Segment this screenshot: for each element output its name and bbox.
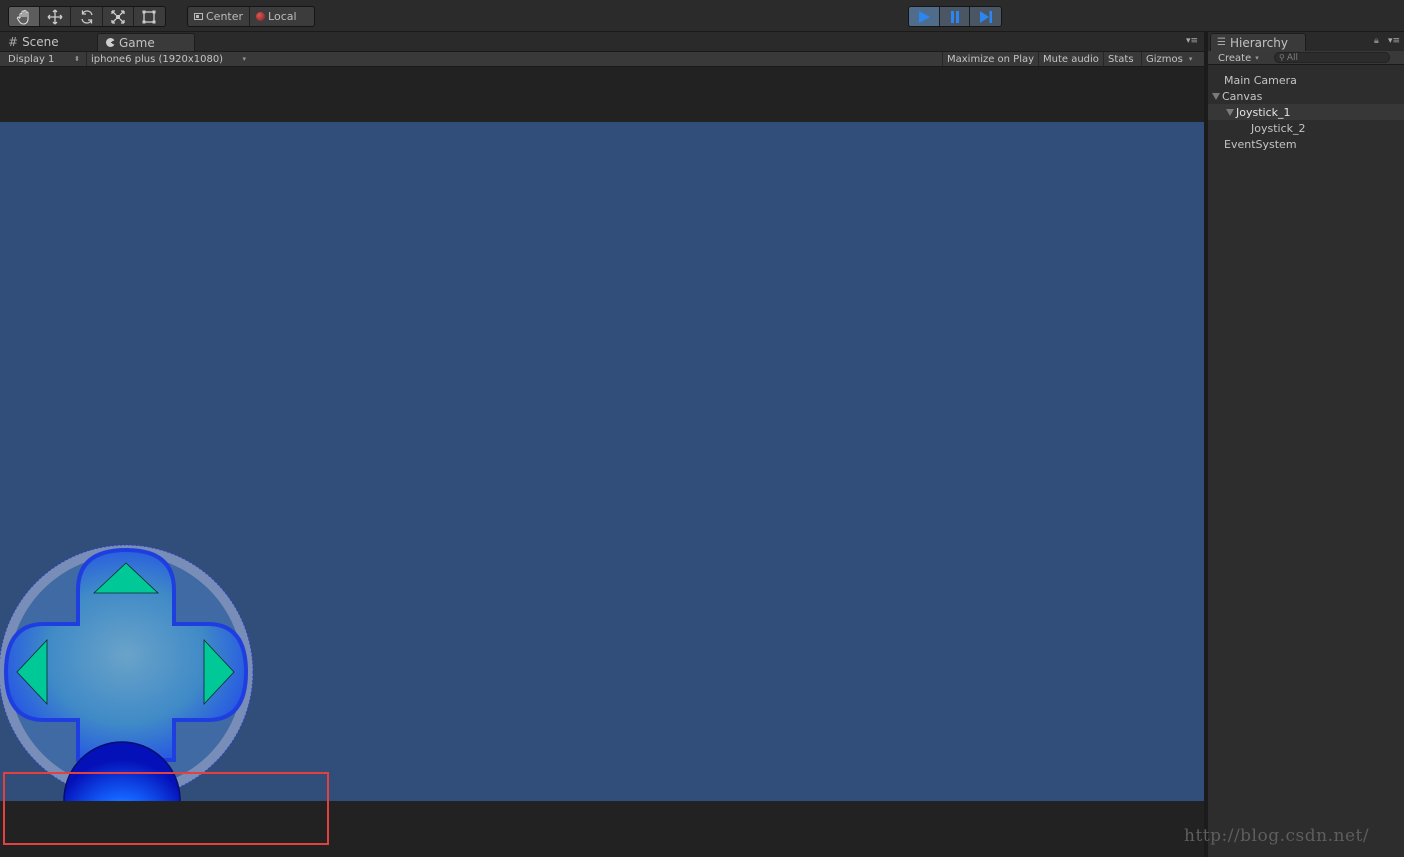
hand-tool-button[interactable] <box>9 7 41 26</box>
tab-game-label: Game <box>119 35 155 50</box>
pivot-center-label: Center <box>206 10 244 23</box>
letterbox-top <box>0 67 1204 122</box>
tree-item-label: EventSystem <box>1224 137 1297 151</box>
scale-tool-icon <box>111 9 125 24</box>
expand-caret-icon[interactable] <box>1212 92 1220 100</box>
stats-label: Stats <box>1108 53 1134 65</box>
play-button[interactable] <box>909 7 940 26</box>
gizmos-label: Gizmos <box>1146 53 1183 65</box>
hierarchy-item-main-camera[interactable]: Main Camera <box>1208 72 1404 88</box>
tree-item-label: Canvas <box>1222 89 1263 103</box>
hierarchy-item-eventsystem[interactable]: EventSystem <box>1208 136 1404 152</box>
rotate-tool-button[interactable] <box>71 7 103 26</box>
pivot-local-label: Local <box>268 10 297 23</box>
hierarchy-controls: Create ▾ ⚲ All <box>1208 51 1404 65</box>
hierarchy-tabbar: ☰ Hierarchy 🔒︎ ▾≡ <box>1208 32 1404 51</box>
highlight-box <box>3 772 329 845</box>
main-toolbar: Center Local <box>0 0 1404 32</box>
chevron-down-icon: ▾ <box>242 55 246 63</box>
display-select[interactable]: Display 1 ⬍ <box>4 52 84 66</box>
grid-icon: # <box>8 35 19 49</box>
tab-game[interactable]: Game <box>97 33 195 51</box>
hierarchy-item-joystick-1[interactable]: Joystick_1 <box>1208 104 1404 120</box>
pacman-icon <box>106 38 115 47</box>
pivot-toggles: Center Local <box>187 6 315 27</box>
tab-scene-label: Scene <box>22 35 59 49</box>
tree-item-label: Main Camera <box>1224 73 1297 87</box>
play-icon <box>918 10 930 23</box>
updown-icon: ⬍ <box>74 55 80 63</box>
local-space-icon <box>256 12 266 21</box>
view-tabbar: # Scene Game ▾≡ <box>0 32 1206 51</box>
mute-audio-label: Mute audio <box>1043 53 1099 65</box>
tab-scene[interactable]: # Scene <box>0 33 96 51</box>
playback-controls <box>908 6 1002 27</box>
pause-button[interactable] <box>939 7 971 26</box>
resolution-select[interactable]: iphone6 plus (1920x1080) ▾ <box>86 52 248 66</box>
game-view-controls: Display 1 ⬍ iphone6 plus (1920x1080) ▾ M… <box>0 51 1206 67</box>
create-label: Create <box>1218 52 1252 64</box>
search-placeholder: All <box>1286 52 1299 63</box>
rect-tool-button[interactable] <box>134 7 165 26</box>
move-tool-button[interactable] <box>40 7 72 26</box>
expand-caret-icon[interactable] <box>1226 108 1234 116</box>
pivot-local-button[interactable]: Local <box>250 7 303 26</box>
hand-tool-icon <box>17 9 29 25</box>
maximize-on-play-toggle[interactable]: Maximize on Play <box>942 52 1038 66</box>
pivot-center-button[interactable]: Center <box>188 7 251 26</box>
mute-audio-toggle[interactable]: Mute audio <box>1038 52 1103 66</box>
panel-menu-icon[interactable]: ▾≡ <box>1388 36 1400 46</box>
tree-item-label: Joystick_2 <box>1251 121 1306 135</box>
chevron-down-icon: ▾ <box>1255 54 1259 62</box>
hierarchy-panel: ☰ Hierarchy 🔒︎ ▾≡ Create ▾ ⚲ All Main Ca… <box>1208 32 1404 857</box>
tree-item-label: Joystick_1 <box>1236 105 1291 119</box>
create-dropdown[interactable]: Create ▾ <box>1212 51 1265 65</box>
maximize-on-play-label: Maximize on Play <box>947 53 1035 65</box>
move-tool-icon <box>47 9 63 24</box>
hierarchy-search-input[interactable]: ⚲ All <box>1274 52 1390 63</box>
rotate-tool-icon <box>80 9 93 24</box>
list-icon: ☰ <box>1217 37 1226 48</box>
step-icon <box>979 10 992 23</box>
display-select-label: Display 1 <box>8 53 55 65</box>
transform-tools <box>8 6 166 27</box>
hierarchy-item-canvas[interactable]: Canvas <box>1208 88 1404 104</box>
hierarchy-item-joystick-2[interactable]: Joystick_2 <box>1208 120 1404 136</box>
chevron-down-icon: ▾ <box>1188 55 1193 63</box>
center-pivot-icon <box>194 13 203 20</box>
watermark: http://blog.csdn.net/ <box>1184 826 1370 846</box>
lock-icon[interactable]: 🔒︎ <box>1374 36 1379 46</box>
tab-hierarchy-label: Hierarchy <box>1229 35 1288 50</box>
pause-icon <box>950 10 959 23</box>
stats-toggle[interactable]: Stats <box>1103 52 1138 66</box>
rect-tool-icon <box>142 10 156 23</box>
gizmos-toggle[interactable]: Gizmos ▾ <box>1141 52 1196 66</box>
panel-menu-icon[interactable]: ▾≡ <box>1186 36 1198 46</box>
tab-hierarchy[interactable]: ☰ Hierarchy <box>1210 33 1306 51</box>
scale-tool-button[interactable] <box>103 7 134 26</box>
search-icon: ⚲ <box>1279 53 1285 62</box>
step-button[interactable] <box>970 7 1001 26</box>
hierarchy-tree: Main Camera Canvas Joystick_1 Joystick_2… <box>1208 72 1404 152</box>
resolution-label: iphone6 plus (1920x1080) <box>91 53 224 65</box>
